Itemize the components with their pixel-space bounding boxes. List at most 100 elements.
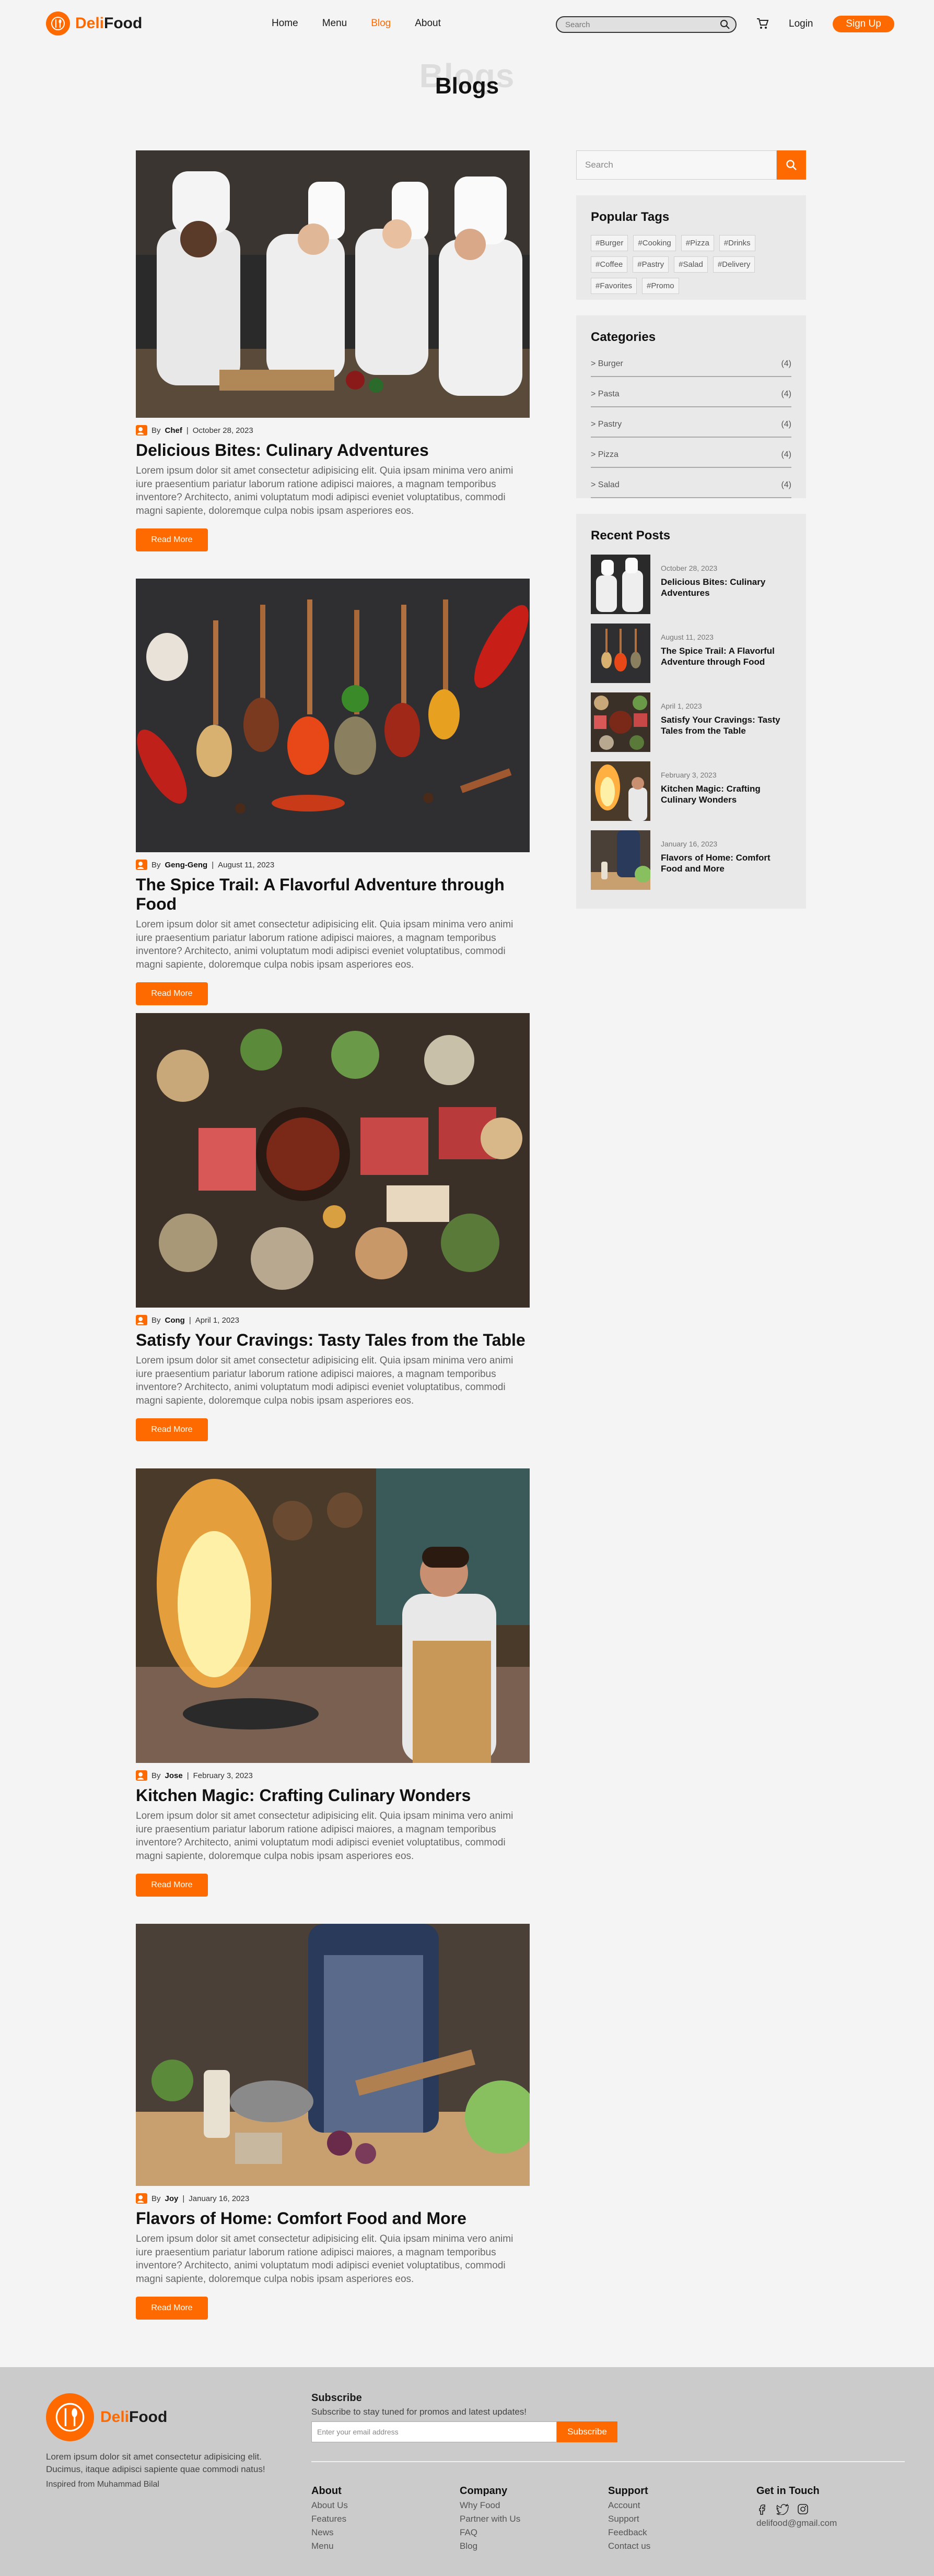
- post-title[interactable]: Satisfy Your Cravings: Tasty Tales from …: [136, 1331, 530, 1350]
- post-image-chefs[interactable]: [136, 150, 530, 418]
- post-title[interactable]: Delicious Bites: Culinary Adventures: [136, 441, 530, 460]
- read-more-button[interactable]: Read More: [136, 1418, 208, 1441]
- email-field[interactable]: Enter your email address: [311, 2421, 557, 2442]
- tag-burger[interactable]: #Burger: [591, 235, 628, 251]
- recent-post-item[interactable]: February 3, 2023 Kitchen Magic: Crafting …: [591, 761, 791, 821]
- category-item-pasta[interactable]: > Pasta (4): [591, 384, 791, 407]
- nav-item-menu[interactable]: Menu: [322, 18, 347, 29]
- category-list: > Burger (4) > Pasta (4) > Pastry (4) > Piz…: [591, 354, 791, 498]
- post-excerpt: Lorem ipsum dolor sit amet consectetur a…: [136, 919, 513, 970]
- nav-item-home[interactable]: Home: [272, 18, 298, 29]
- post-image-hotpot[interactable]: [136, 1013, 530, 1308]
- recent-post-title[interactable]: Satisfy Your Cravings: Tasty Tales from …: [661, 714, 791, 737]
- recent-post-title[interactable]: Kitchen Magic: Crafting Culinary Wonders: [661, 783, 791, 806]
- cart-icon[interactable]: [756, 18, 769, 32]
- tag-cooking[interactable]: #Cooking: [633, 235, 676, 251]
- sidebar-search-input[interactable]: Search: [576, 150, 777, 180]
- post-title[interactable]: Kitchen Magic: Crafting Culinary Wonders: [136, 1786, 530, 1805]
- meta-separator: |: [189, 1315, 191, 1325]
- tag-salad[interactable]: #Salad: [674, 256, 708, 273]
- footer-link[interactable]: Menu: [311, 2541, 348, 2551]
- category-item-pizza[interactable]: > Pizza (4): [591, 445, 791, 468]
- footer-link[interactable]: Blog: [460, 2541, 520, 2551]
- tag-pizza[interactable]: #Pizza: [681, 235, 714, 251]
- recent-post-thumbnail[interactable]: [591, 692, 650, 752]
- read-more-button[interactable]: Read More: [136, 982, 208, 1005]
- author-name[interactable]: Chef: [165, 426, 182, 435]
- author-name[interactable]: Joy: [165, 2194, 179, 2203]
- category-item-burger[interactable]: > Burger (4): [591, 354, 791, 377]
- footer-link[interactable]: FAQ: [460, 2527, 520, 2538]
- facebook-icon[interactable]: [756, 2503, 768, 2515]
- tag-favorites[interactable]: #Favorites: [591, 278, 637, 294]
- tag-coffee[interactable]: #Coffee: [591, 256, 628, 273]
- recent-post-title[interactable]: Delicious Bites: Culinary Adventures: [661, 577, 791, 599]
- footer-link[interactable]: Features: [311, 2514, 348, 2524]
- author-prefix: By: [151, 426, 161, 435]
- tag-promo[interactable]: #Promo: [642, 278, 679, 294]
- author-name[interactable]: Cong: [165, 1316, 185, 1325]
- header-search-input[interactable]: Search: [556, 16, 737, 33]
- search-icon[interactable]: [720, 19, 730, 30]
- recent-post-item[interactable]: January 16, 2023 Flavors of Home: Comfort…: [591, 830, 791, 890]
- post-date: February 3, 2023: [193, 1771, 253, 1780]
- categories-title: Categories: [591, 330, 656, 344]
- recent-post-thumbnail[interactable]: [591, 830, 650, 890]
- blog-post: By Chef | October 28, 2023 Delicious Bit…: [136, 150, 530, 551]
- recent-post-thumbnail[interactable]: [591, 624, 650, 683]
- footer-link[interactable]: Account: [608, 2500, 650, 2511]
- footer-logo[interactable]: DeliFood: [46, 2393, 167, 2441]
- author-name[interactable]: Geng-Geng: [165, 861, 208, 869]
- utensils-icon: [46, 2393, 94, 2441]
- recent-posts-panel: Recent Posts October 28, 2023 Delicious B…: [576, 514, 806, 909]
- tag-delivery[interactable]: #Delivery: [713, 256, 755, 273]
- recent-post-item[interactable]: August 11, 2023 The Spice Trail: A Flavor…: [591, 624, 791, 683]
- footer-link[interactable]: Feedback: [608, 2527, 650, 2538]
- post-image-spices[interactable]: [136, 579, 530, 852]
- brand-logo[interactable]: DeliFood: [46, 11, 142, 36]
- read-more-button[interactable]: Read More: [136, 2296, 208, 2320]
- recent-post-title[interactable]: The Spice Trail: A Flavorful Adventure t…: [661, 645, 791, 668]
- recent-post-thumbnail[interactable]: [591, 555, 650, 614]
- recent-post-item[interactable]: October 28, 2023 Delicious Bites: Culinar…: [591, 555, 791, 614]
- sidebar-search-button[interactable]: [777, 150, 806, 180]
- footer-link[interactable]: Why Food: [460, 2500, 520, 2511]
- category-count: (4): [781, 480, 791, 489]
- recent-post-date: February 3, 2023: [661, 771, 717, 779]
- footer-column-company: Company Why Food Partner with Us FAQ Blo…: [460, 2485, 520, 2551]
- login-link[interactable]: Login: [789, 18, 813, 30]
- footer-column-title: Get in Touch: [756, 2485, 820, 2497]
- category-name: > Pizza: [591, 450, 618, 459]
- read-more-button[interactable]: Read More: [136, 528, 208, 551]
- instagram-icon[interactable]: [797, 2503, 809, 2515]
- tag-pastry[interactable]: #Pastry: [633, 256, 669, 273]
- category-count: (4): [781, 390, 791, 398]
- signup-button[interactable]: Sign Up: [833, 16, 894, 32]
- recent-post-title[interactable]: Flavors of Home: Comfort Food and More: [661, 852, 791, 875]
- footer-link[interactable]: News: [311, 2527, 348, 2538]
- nav-item-about[interactable]: About: [415, 18, 441, 29]
- tag-drinks[interactable]: #Drinks: [719, 235, 755, 251]
- meta-separator: |: [186, 1771, 189, 1780]
- post-title[interactable]: Flavors of Home: Comfort Food and More: [136, 2209, 530, 2228]
- post-title[interactable]: The Spice Trail: A Flavorful Adventure t…: [136, 875, 530, 914]
- nav-item-blog[interactable]: Blog: [371, 18, 391, 29]
- search-icon: [786, 160, 797, 170]
- recent-post-thumbnail[interactable]: [591, 761, 650, 821]
- read-more-button[interactable]: Read More: [136, 1873, 208, 1897]
- post-image-home-cooking[interactable]: [136, 1924, 530, 2186]
- recent-post-item[interactable]: April 1, 2023 Satisfy Your Cravings: Tast…: [591, 692, 791, 752]
- footer-brand-name: DeliFood: [100, 2408, 168, 2426]
- subscribe-button[interactable]: Subscribe: [557, 2421, 617, 2442]
- category-item-salad[interactable]: > Salad (4): [591, 475, 791, 498]
- contact-email[interactable]: delifood@gmail.com: [756, 2518, 837, 2528]
- author-name[interactable]: Jose: [165, 1771, 183, 1780]
- footer-link[interactable]: Partner with Us: [460, 2514, 520, 2524]
- twitter-icon[interactable]: [776, 2503, 789, 2515]
- footer-link[interactable]: Contact us: [608, 2541, 650, 2551]
- category-count: (4): [781, 420, 791, 429]
- footer-link[interactable]: About Us: [311, 2500, 348, 2511]
- category-item-pastry[interactable]: > Pastry (4): [591, 415, 791, 438]
- footer-link[interactable]: Support: [608, 2514, 650, 2524]
- post-image-flambe[interactable]: [136, 1468, 530, 1763]
